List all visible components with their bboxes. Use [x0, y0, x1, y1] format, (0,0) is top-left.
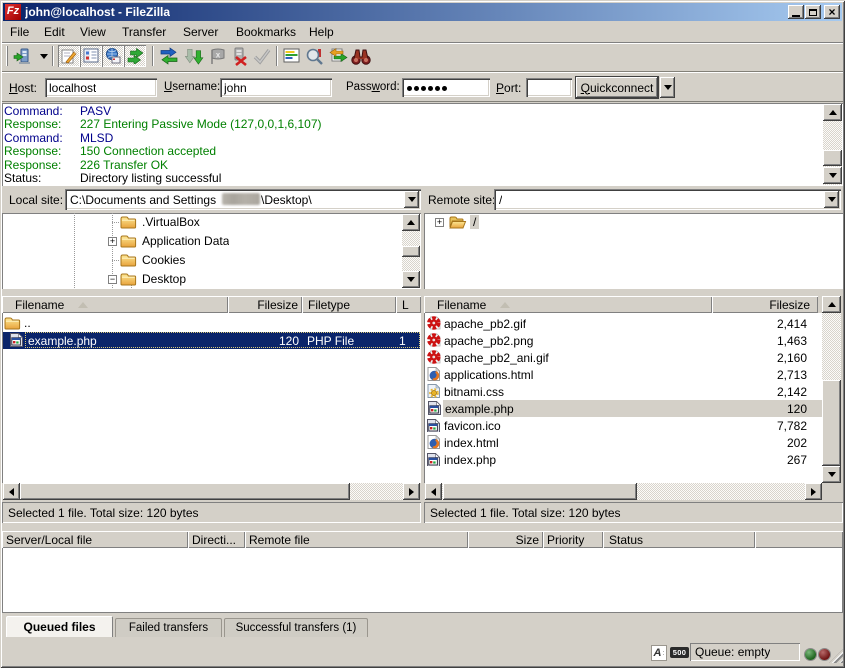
svg-text:x: x: [216, 51, 221, 60]
